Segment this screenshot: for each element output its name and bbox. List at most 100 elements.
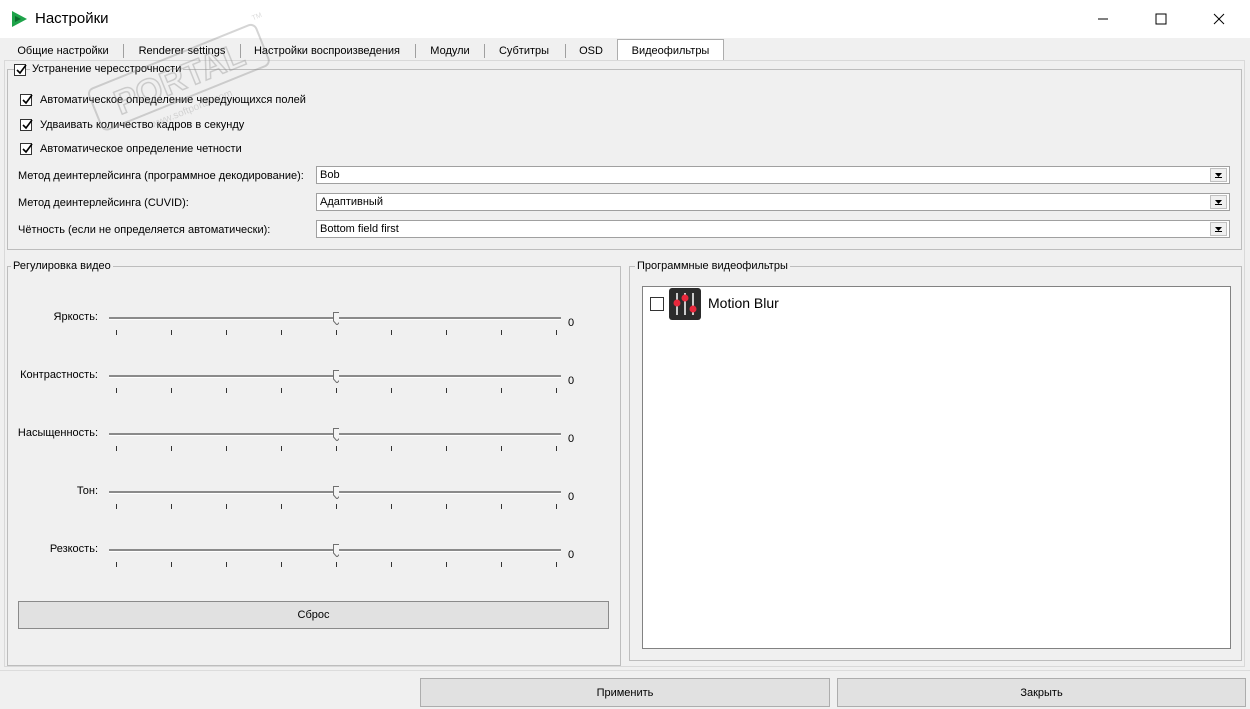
auto-detect-parity-checkbox[interactable] — [20, 143, 33, 155]
brightness-tick-mark — [446, 330, 447, 335]
hue-tick-mark — [446, 504, 447, 509]
saturation-tick-mark — [281, 446, 282, 451]
dropdown-button[interactable] — [1210, 195, 1227, 209]
tab-separator — [240, 44, 241, 58]
brightness-tick-mark — [556, 330, 557, 335]
tab-subtitles[interactable]: Субтитры — [492, 42, 556, 60]
brightness-slider-thumb[interactable] — [333, 312, 339, 325]
contrast-tick-mark — [501, 388, 502, 393]
parity-select[interactable]: Bottom field first — [316, 220, 1230, 238]
app-play-icon — [12, 11, 27, 27]
apply-button[interactable]: Применить — [420, 678, 830, 707]
hue-tick-mark — [281, 504, 282, 509]
tab-separator — [415, 44, 416, 58]
software-filters-title: Программные видеофильтры — [635, 260, 790, 272]
chevron-down-icon — [1215, 227, 1222, 232]
double-framerate-checkbox[interactable] — [20, 119, 33, 131]
saturation-tick-mark — [116, 446, 117, 451]
close-icon — [1213, 13, 1225, 25]
list-item[interactable]: Motion Blur — [646, 288, 1227, 320]
saturation-tick-mark — [446, 446, 447, 451]
brightness-tick-mark — [391, 330, 392, 335]
tab-renderer[interactable]: Renderer settings — [130, 42, 234, 60]
maximize-icon — [1155, 13, 1167, 25]
contrast-tick-mark — [171, 388, 172, 393]
hue-tick-mark — [391, 504, 392, 509]
minimize-button[interactable] — [1074, 0, 1132, 38]
sharpness-tick-mark — [226, 562, 227, 567]
checkmark-icon — [22, 143, 33, 154]
tab-separator — [565, 44, 566, 58]
auto-detect-parity-label: Автоматическое определение четности — [40, 143, 242, 155]
saturation-tick-mark — [226, 446, 227, 451]
window-title: Настройки — [35, 10, 109, 27]
tab-modules[interactable]: Модули — [422, 42, 478, 60]
brightness-tick-mark — [171, 330, 172, 335]
hue-tick-mark — [501, 504, 502, 509]
deinterlace-group-label: Устранение чересстрочности — [30, 63, 184, 75]
saturation-tick-mark — [171, 446, 172, 451]
dropdown-button[interactable] — [1210, 222, 1227, 236]
checkmark-icon — [22, 94, 33, 105]
sw-deinterlace-method-select[interactable]: Bob — [316, 166, 1230, 184]
auto-detect-fields-checkbox[interactable] — [20, 94, 33, 106]
sharpness-tick-mark — [556, 562, 557, 567]
video-adjust-title: Регулировка видео — [11, 260, 113, 272]
close-dialog-button[interactable]: Закрыть — [837, 678, 1246, 707]
cuvid-deinterlace-method-select[interactable]: Адаптивный — [316, 193, 1230, 211]
brightness-tick-mark — [226, 330, 227, 335]
close-button[interactable] — [1190, 0, 1248, 38]
brightness-tick-mark — [281, 330, 282, 335]
dropdown-button[interactable] — [1210, 168, 1227, 182]
tab-playback[interactable]: Настройки воспроизведения — [248, 42, 406, 60]
sharpness-slider-thumb[interactable] — [333, 544, 339, 557]
saturation-tick-mark — [336, 446, 337, 451]
brightness-value: 0 — [568, 317, 575, 329]
sharpness-tick-mark — [281, 562, 282, 567]
contrast-tick-mark — [556, 388, 557, 393]
hue-slider-thumb[interactable] — [333, 486, 339, 499]
motion-blur-checkbox[interactable] — [650, 297, 664, 311]
contrast-tick-mark — [336, 388, 337, 393]
checkmark-icon — [16, 64, 27, 75]
contrast-tick-mark — [446, 388, 447, 393]
sw-deinterlace-method-value: Bob — [320, 169, 340, 181]
sharpness-value: 0 — [568, 549, 575, 561]
brightness-tick-mark — [116, 330, 117, 335]
contrast-label: Контрастность: — [20, 369, 98, 381]
parity-value: Bottom field first — [320, 223, 399, 235]
saturation-tick-mark — [501, 446, 502, 451]
maximize-button[interactable] — [1132, 0, 1190, 38]
contrast-tick-mark — [226, 388, 227, 393]
motion-blur-label: Motion Blur — [708, 295, 779, 311]
deinterlace-enable-checkbox[interactable] — [14, 64, 27, 76]
tab-general[interactable]: Общие настройки — [10, 42, 116, 60]
brightness-tick-mark — [336, 330, 337, 335]
tab-separator — [484, 44, 485, 58]
saturation-tick-mark — [556, 446, 557, 451]
sharpness-label: Резкость: — [49, 543, 98, 555]
sharpness-tick-mark — [501, 562, 502, 567]
title-bar — [0, 0, 1250, 38]
tab-video-filters[interactable]: Видеофильтры — [617, 39, 724, 61]
saturation-tick-mark — [391, 446, 392, 451]
chevron-down-icon — [1215, 200, 1222, 205]
contrast-value: 0 — [568, 375, 575, 387]
brightness-tick-mark — [501, 330, 502, 335]
checkmark-icon — [22, 119, 33, 130]
auto-detect-fields-label: Автоматическое определение чередующихся … — [40, 94, 306, 106]
saturation-slider-thumb[interactable] — [333, 428, 339, 441]
cuvid-deinterlace-method-label: Метод деинтерлейсинга (CUVID): — [18, 197, 189, 209]
saturation-value: 0 — [568, 433, 575, 445]
reset-button[interactable]: Сброс — [18, 601, 609, 629]
contrast-tick-mark — [391, 388, 392, 393]
contrast-tick-mark — [116, 388, 117, 393]
footer-divider — [0, 670, 1250, 671]
contrast-slider-thumb[interactable] — [333, 370, 339, 383]
minimize-icon — [1098, 18, 1108, 20]
sharpness-tick-mark — [336, 562, 337, 567]
hue-tick-mark — [556, 504, 557, 509]
equalizer-icon — [669, 288, 701, 320]
cuvid-deinterlace-method-value: Адаптивный — [320, 196, 383, 208]
tab-osd[interactable]: OSD — [572, 42, 610, 60]
